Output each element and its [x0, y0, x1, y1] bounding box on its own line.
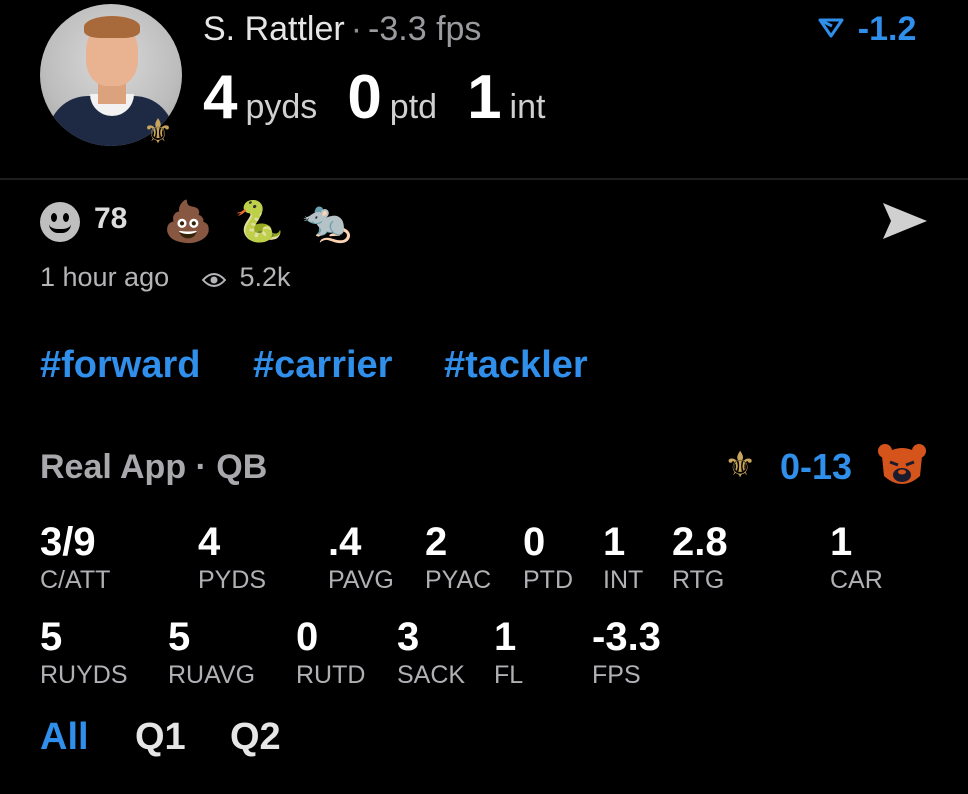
stat-label: FL: [494, 661, 524, 689]
game-score[interactable]: 0-13: [780, 446, 852, 488]
section-title: Real App · QB: [40, 448, 268, 486]
reaction-count: 78: [94, 202, 128, 235]
stat-value: 3: [397, 615, 420, 659]
poop-emoji-icon[interactable]: 💩: [163, 198, 213, 246]
headline-stats: 4 pyds 0 ptd 1 int: [203, 62, 575, 133]
stat-value: 4: [198, 520, 221, 564]
stat-label: CAR: [830, 566, 883, 594]
headline-pyds-unit: pyds: [245, 88, 318, 126]
stat-label: RUTD: [296, 661, 366, 689]
stat-value: 3/9: [40, 520, 96, 564]
stat-label: PYDS: [198, 566, 267, 594]
stat-label: PYAC: [425, 566, 492, 594]
stat-label: RUAVG: [168, 661, 256, 689]
hashtag-carrier[interactable]: #carrier: [253, 344, 392, 387]
stat-label: C/ATT: [40, 566, 111, 594]
down-trend-icon: [818, 15, 852, 46]
snake-emoji-icon[interactable]: 🐍: [234, 198, 284, 246]
hashtag-forward[interactable]: #forward: [40, 344, 200, 387]
stat-value: 0: [523, 520, 546, 564]
headline-int-value: 1: [467, 63, 502, 132]
stat-label: RUYDS: [40, 661, 128, 689]
saints-fleur-de-lis-icon: ⚜: [724, 444, 757, 485]
headline-int-unit: int: [509, 88, 546, 126]
player-fps: -3.3 fps: [368, 10, 482, 48]
view-count-value: 5.2k: [239, 262, 291, 292]
view-count: 5.2k: [201, 262, 291, 293]
player-name-line[interactable]: S. Rattler · -3.3 fps: [203, 10, 481, 49]
stat-value: 5: [40, 615, 63, 659]
separator: ·: [350, 10, 363, 48]
stat-value: 1: [494, 615, 517, 659]
tab-q2[interactable]: Q2: [230, 716, 281, 759]
eye-icon: [201, 262, 240, 292]
stat-value: 2: [425, 520, 448, 564]
stat-label: INT: [603, 566, 644, 594]
divider: [0, 178, 968, 180]
trend-value: -1.2: [857, 10, 917, 48]
stat-value: 5: [168, 615, 191, 659]
stat-label: PTD: [523, 566, 573, 594]
rat-emoji-icon[interactable]: 🐀: [302, 198, 352, 246]
stat-label: RTG: [672, 566, 725, 594]
stat-value: 1: [603, 520, 626, 564]
stat-label: FPS: [592, 661, 641, 689]
trend-indicator: -1.2: [818, 10, 916, 49]
stat-label: SACK: [397, 661, 466, 689]
headline-ptd-value: 0: [347, 63, 382, 132]
stat-value: .4: [328, 520, 362, 564]
headline-ptd-unit: ptd: [389, 88, 438, 126]
smiley-reaction-icon[interactable]: [40, 202, 80, 242]
player-name: S. Rattler: [203, 10, 345, 48]
bears-logo-icon: [876, 442, 928, 490]
stat-label: PAVG: [328, 566, 394, 594]
stat-value: 0: [296, 615, 319, 659]
stat-value: 2.8: [672, 520, 728, 564]
stat-value: -3.3: [592, 615, 661, 659]
hashtag-tackler[interactable]: #tackler: [444, 344, 588, 387]
send-icon[interactable]: [880, 199, 930, 243]
tab-q1[interactable]: Q1: [135, 716, 186, 759]
headline-pyds-value: 4: [203, 63, 238, 132]
tab-all[interactable]: All: [40, 716, 89, 759]
stat-value: 1: [830, 520, 853, 564]
time-ago: 1 hour ago: [40, 262, 170, 292]
saints-fleur-de-lis-icon: ⚜: [142, 113, 174, 151]
